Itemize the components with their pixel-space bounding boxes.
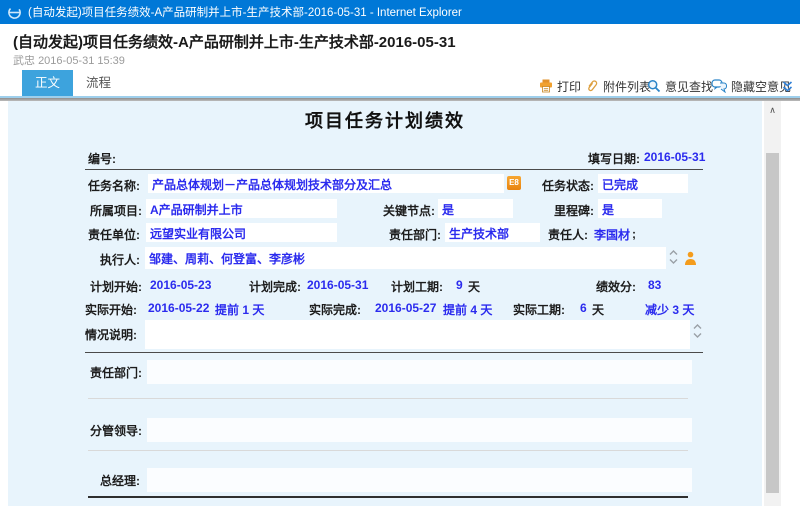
key-node-label: 关键节点: xyxy=(383,202,435,219)
plan-finish-value: 2016-05-31 xyxy=(307,278,368,292)
print-label: 打印 xyxy=(557,78,581,95)
double-chevron-down-icon xyxy=(781,80,794,93)
actual-start-value: 2016-05-22 xyxy=(148,301,209,315)
key-node-field[interactable]: 是 xyxy=(438,199,513,218)
collapse-toolbar-button[interactable] xyxy=(781,78,794,94)
printer-icon xyxy=(539,79,553,93)
actual-start-delta: 提前 1 天 xyxy=(215,301,264,318)
plan-start-value: 2016-05-23 xyxy=(150,278,211,292)
resp-unit-field[interactable]: 远望实业有限公司 xyxy=(146,223,337,242)
resp-dept-label: 责任部门: xyxy=(389,226,441,243)
task-status-field[interactable]: 已完成 xyxy=(598,174,688,193)
note-label: 情况说明: xyxy=(85,326,137,343)
document-title: (自动发起)项目任务绩效-A产品研制并上市-生产技术部-2016-05-31 xyxy=(13,31,456,52)
resp-person-label: 责任人: xyxy=(548,226,588,243)
no-label: 编号: xyxy=(88,150,116,167)
e8-browse-icon[interactable]: E8 xyxy=(507,176,521,190)
plan-days-value: 9 xyxy=(456,278,463,292)
document-header: (自动发起)项目任务绩效-A产品研制并上市-生产技术部-2016-05-31 武… xyxy=(0,24,800,70)
author: 武忠 xyxy=(13,55,35,67)
resp-person-value: 李国材 xyxy=(594,226,630,243)
plan-days-label: 计划工期: xyxy=(391,278,443,295)
form-viewport: 项目任务计划绩效 编号: 填写日期: 2016-05-31 任务名称: 产品总体… xyxy=(0,101,800,506)
browser-window: (自动发起)项目任务绩效-A产品研制并上市-生产技术部-2016-05-31 -… xyxy=(0,0,800,506)
project-value: A产品研制并上市 xyxy=(146,199,337,218)
opinion-dept-field[interactable] xyxy=(147,360,692,384)
scrollbar-up-arrow[interactable]: ∧ xyxy=(764,103,781,118)
task-status-value: 已完成 xyxy=(598,174,688,193)
form-bottom-rule xyxy=(88,496,688,498)
milestone-label: 里程碑: xyxy=(554,202,594,219)
header-rule xyxy=(85,169,703,170)
opinion-dept-label: 责任部门: xyxy=(90,364,142,381)
hide-empty-opinion-button[interactable]: 隐藏空意见 xyxy=(711,78,791,94)
resp-unit-value: 远望实业有限公司 xyxy=(146,223,337,242)
task-name-value: 产品总体规划－产品总体规划技术部分及汇总 xyxy=(148,174,504,193)
executors-spinner[interactable] xyxy=(668,248,679,266)
document-subtitle: 武忠 2016-05-31 15:39 xyxy=(13,52,125,68)
actual-days-value: 6 xyxy=(580,301,587,315)
scrollbar-thumb[interactable] xyxy=(766,153,779,493)
plan-days-unit: 天 xyxy=(468,278,480,295)
actual-finish-delta: 提前 4 天 xyxy=(443,301,492,318)
actual-finish-value: 2016-05-27 xyxy=(375,301,436,315)
tab-workflow[interactable]: 流程 xyxy=(73,70,124,96)
score-value: 83 xyxy=(648,278,661,292)
fill-date-label: 填写日期: xyxy=(588,150,640,167)
opinion-leader-label: 分管领导: xyxy=(90,422,142,439)
print-button[interactable]: 打印 xyxy=(539,78,581,94)
opinion-gm-label: 总经理: xyxy=(100,472,140,489)
task-status-label: 任务状态: xyxy=(542,177,594,194)
executors-field[interactable]: 邹建、周莉、何登富、李彦彬 xyxy=(145,247,666,269)
paperclip-icon xyxy=(586,79,599,93)
resp-person-suffix: ; xyxy=(632,227,636,241)
note-field[interactable] xyxy=(145,320,690,349)
tab-body[interactable]: 正文 xyxy=(22,70,73,96)
opinion-gm-field[interactable] xyxy=(147,468,692,492)
person-picker-icon[interactable] xyxy=(684,251,697,266)
titlebar: (自动发起)项目任务绩效-A产品研制并上市-生产技术部-2016-05-31 -… xyxy=(0,0,800,24)
actual-finish-label: 实际完成: xyxy=(309,301,361,318)
days-reduced-value: 减少 3 天 xyxy=(645,301,694,318)
search-icon xyxy=(647,79,661,93)
attachments-button[interactable]: 附件列表 xyxy=(586,78,651,94)
created-datetime: 2016-05-31 15:39 xyxy=(38,55,125,67)
actual-days-unit: 天 xyxy=(592,301,604,318)
actual-start-label: 实际开始: xyxy=(85,301,137,318)
opinion-divider-2 xyxy=(88,450,688,451)
attachments-label: 附件列表 xyxy=(603,78,651,95)
resp-dept-field[interactable]: 生产技术部 xyxy=(445,223,540,242)
plan-start-label: 计划开始: xyxy=(90,278,142,295)
opinion-divider-1 xyxy=(88,398,688,399)
task-name-label: 任务名称: xyxy=(88,177,140,194)
project-label: 所属项目: xyxy=(90,202,142,219)
form-title: 项目任务计划绩效 xyxy=(8,107,762,133)
fill-date-value: 2016-05-31 xyxy=(644,150,705,164)
note-spinner[interactable] xyxy=(692,322,703,340)
actual-days-label: 实际工期: xyxy=(513,301,565,318)
resp-dept-value: 生产技术部 xyxy=(445,223,540,242)
opinion-leader-field[interactable] xyxy=(147,418,692,442)
score-label: 绩效分: xyxy=(596,278,636,295)
window-title: (自动发起)项目任务绩效-A产品研制并上市-生产技术部-2016-05-31 -… xyxy=(28,4,462,20)
executors-value: 邹建、周莉、何登富、李彦彬 xyxy=(145,247,666,267)
find-opinion-button[interactable]: 意见查找 xyxy=(647,78,713,94)
note-rule xyxy=(85,352,703,353)
find-opinion-label: 意见查找 xyxy=(665,78,713,95)
key-node-value: 是 xyxy=(438,199,513,218)
ie-icon xyxy=(7,5,22,20)
task-name-field[interactable]: 产品总体规划－产品总体规划技术部分及汇总 xyxy=(148,174,504,193)
resp-unit-label: 责任单位: xyxy=(88,226,140,243)
executor-label: 执行人: xyxy=(100,251,140,268)
milestone-field[interactable]: 是 xyxy=(598,199,662,218)
plan-finish-label: 计划完成: xyxy=(249,278,301,295)
comment-bubble-icon xyxy=(711,79,727,93)
project-field[interactable]: A产品研制并上市 xyxy=(146,199,337,218)
milestone-value: 是 xyxy=(598,199,662,218)
